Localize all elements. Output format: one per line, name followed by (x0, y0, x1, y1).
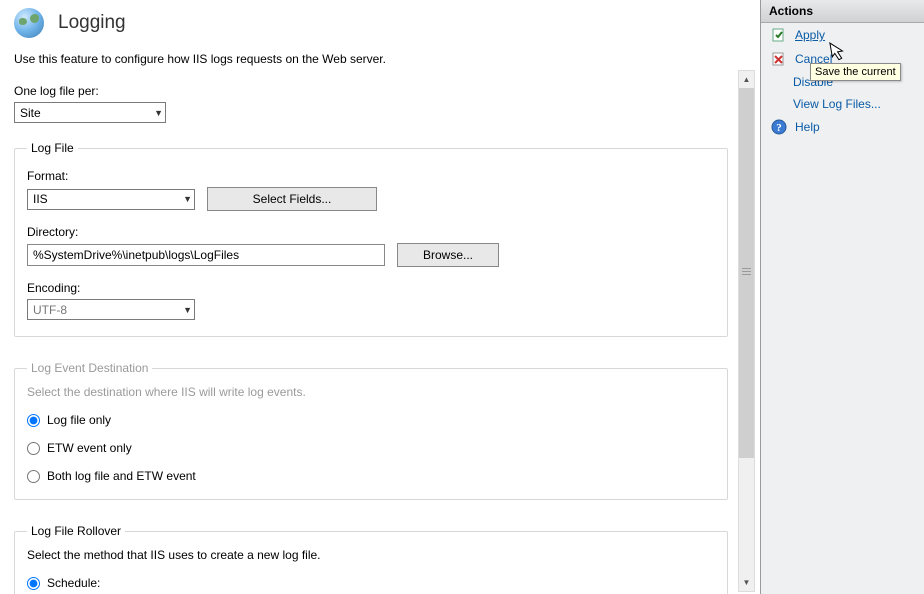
actions-pane: Actions Apply Cancel Disable View Log Fi… (760, 0, 924, 594)
radio-input[interactable] (27, 442, 40, 455)
help-icon: ? (771, 119, 787, 135)
chevron-down-icon: ▼ (154, 108, 163, 118)
actions-title: Actions (761, 0, 924, 23)
cancel-icon (771, 51, 787, 67)
scroll-grip-icon (742, 268, 751, 276)
vertical-scrollbar[interactable]: ▲ ▼ (738, 70, 755, 592)
radio-input[interactable] (27, 577, 40, 590)
help-action[interactable]: ? Help (761, 115, 924, 139)
encoding-value: UTF-8 (33, 303, 67, 317)
browse-button[interactable]: Browse... (397, 243, 499, 267)
log-event-dest-legend: Log Event Destination (27, 361, 152, 375)
apply-action[interactable]: Apply (761, 23, 924, 47)
apply-icon (771, 27, 787, 43)
format-select[interactable]: IIS ▼ (27, 189, 195, 210)
rollover-group: Log File Rollover Select the method that… (14, 524, 728, 594)
one-log-file-value: Site (20, 106, 41, 120)
scroll-up-button[interactable]: ▲ (739, 71, 754, 88)
select-fields-button[interactable]: Select Fields... (207, 187, 377, 211)
view-logs-action[interactable]: View Log Files... (761, 93, 924, 115)
rollover-legend: Log File Rollover (27, 524, 125, 538)
scroll-thumb[interactable] (739, 88, 754, 458)
radio-schedule[interactable]: Schedule: (27, 576, 715, 590)
chevron-down-icon: ▼ (183, 305, 192, 315)
log-event-dest-desc: Select the destination where IIS will wr… (27, 385, 715, 399)
page-description: Use this feature to configure how IIS lo… (14, 52, 728, 66)
page-header: Logging (14, 8, 728, 38)
main-panel: Logging Use this feature to configure ho… (0, 0, 760, 594)
log-event-dest-group: Log Event Destination Select the destina… (14, 361, 728, 500)
format-value: IIS (33, 192, 48, 206)
scroll-down-button[interactable]: ▼ (739, 574, 754, 591)
radio-log-file-only[interactable]: Log file only (27, 413, 715, 427)
page-title: Logging (58, 12, 126, 34)
encoding-select[interactable]: UTF-8 ▼ (27, 299, 195, 320)
chevron-down-icon: ▼ (183, 194, 192, 204)
one-log-file-label: One log file per: (14, 84, 728, 98)
radio-etw-only[interactable]: ETW event only (27, 441, 715, 455)
directory-label: Directory: (27, 225, 715, 239)
radio-input[interactable] (27, 470, 40, 483)
radio-input[interactable] (27, 414, 40, 427)
radio-both[interactable]: Both log file and ETW event (27, 469, 715, 483)
encoding-label: Encoding: (27, 281, 715, 295)
log-file-group: Log File Format: IIS ▼ Select Fields... … (14, 141, 728, 337)
one-log-file-select[interactable]: Site ▼ (14, 102, 166, 123)
content-area: Logging Use this feature to configure ho… (0, 0, 738, 594)
tooltip: Save the current (810, 63, 901, 81)
log-file-legend: Log File (27, 141, 78, 155)
rollover-desc: Select the method that IIS uses to creat… (27, 548, 715, 562)
directory-input[interactable] (27, 244, 385, 266)
svg-text:?: ? (776, 122, 782, 134)
format-label: Format: (27, 169, 715, 183)
globe-icon (14, 8, 44, 38)
scroll-track[interactable] (739, 88, 754, 574)
